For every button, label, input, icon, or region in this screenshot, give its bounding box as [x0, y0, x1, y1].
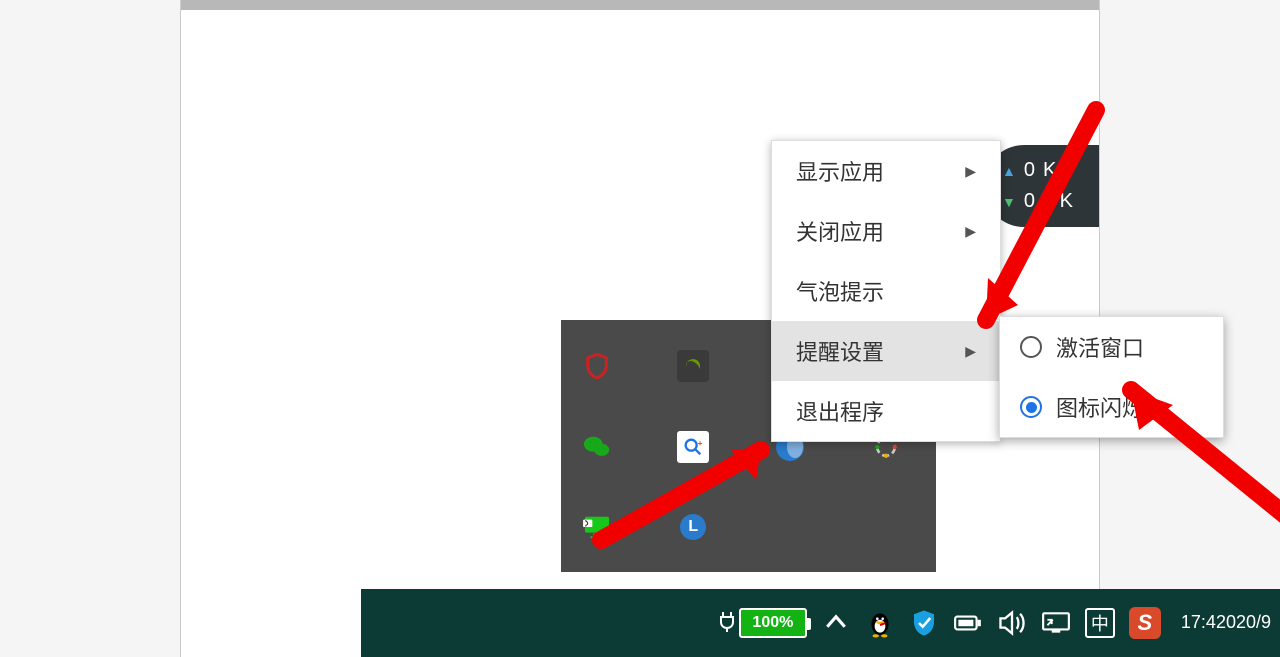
nvidia-icon[interactable] [677, 350, 709, 382]
download-speed-unit: K [1060, 190, 1073, 213]
submenu-arrow-icon: ▶ [965, 163, 976, 180]
battery-outline-icon[interactable] [953, 608, 983, 638]
volume-icon[interactable] [997, 608, 1027, 638]
download-speed-row: ▼ 0.5 K [1002, 186, 1099, 217]
taskbar-clock[interactable]: 17:4 2020/9 [1175, 603, 1271, 643]
project-screen-icon[interactable] [1041, 608, 1071, 638]
arrow-down-icon: ▼ [1002, 194, 1016, 210]
upload-speed-unit: K [1043, 159, 1056, 182]
submenu-item-label: 激活窗口 [1056, 331, 1144, 363]
upload-speed-value: 0 [1024, 159, 1035, 182]
submenu-item-label: 图标闪烁 [1056, 391, 1144, 423]
clock-date: 2020/9 [1216, 612, 1271, 634]
mcafee-shield-icon[interactable] [581, 350, 613, 382]
submenu-arrow-icon: ▶ [965, 223, 976, 240]
arrow-up-icon: ▲ [1002, 163, 1016, 179]
display-settings-icon[interactable] [581, 511, 613, 543]
upload-speed-row: ▲ 0K [1002, 155, 1099, 186]
context-menu: 显示应用 ▶ 关闭应用 ▶ 气泡提示 提醒设置 ▶ 退出程序 [771, 140, 1001, 442]
notify-settings-submenu: 激活窗口 图标闪烁 [999, 316, 1224, 438]
submenu-item-activate-window[interactable]: 激活窗口 [1000, 317, 1223, 377]
radio-unselected-icon [1020, 336, 1042, 358]
wechat-icon[interactable] [581, 431, 613, 463]
window-titlebar [181, 0, 1099, 10]
menu-item-show-app[interactable]: 显示应用 ▶ [772, 141, 1000, 201]
menu-item-label: 提醒设置 [796, 335, 884, 367]
desktop-region: ▲ 0K ▼ 0.5K + [180, 0, 1100, 657]
magnifier-app-icon[interactable]: + [677, 431, 709, 463]
battery-indicator[interactable]: 100% [717, 603, 807, 643]
tray-chevron-icon[interactable] [821, 608, 851, 638]
ime-indicator[interactable]: 中 [1085, 603, 1115, 643]
qq-penguin-icon[interactable] [865, 608, 895, 638]
download-speed-value: 0.5 [1024, 190, 1052, 213]
battery-level: 100% [739, 608, 807, 638]
security-shield-icon[interactable] [909, 608, 939, 638]
menu-item-label: 显示应用 [796, 155, 884, 187]
menu-item-exit[interactable]: 退出程序 [772, 381, 1000, 441]
taskbar: 100% 中 S 17:4 2020/9 [361, 589, 1280, 657]
menu-item-bubble-tip[interactable]: 气泡提示 [772, 261, 1000, 321]
submenu-item-icon-flash[interactable]: 图标闪烁 [1000, 377, 1223, 437]
submenu-arrow-icon: ▶ [965, 343, 976, 360]
menu-item-notify-settings[interactable]: 提醒设置 ▶ [772, 321, 1000, 381]
clock-time: 17:4 [1181, 612, 1216, 634]
radio-selected-icon [1020, 396, 1042, 418]
svg-text:+: + [698, 439, 703, 448]
menu-item-label: 气泡提示 [796, 275, 884, 307]
menu-item-close-app[interactable]: 关闭应用 ▶ [772, 201, 1000, 261]
menu-item-label: 关闭应用 [796, 215, 884, 247]
sogou-ime-icon[interactable]: S [1129, 603, 1161, 643]
menu-item-label: 退出程序 [796, 395, 884, 427]
l-badge-icon[interactable]: L [677, 511, 709, 543]
power-plug-icon [717, 609, 737, 638]
network-speed-widget[interactable]: ▲ 0K ▼ 0.5K [984, 145, 1099, 227]
